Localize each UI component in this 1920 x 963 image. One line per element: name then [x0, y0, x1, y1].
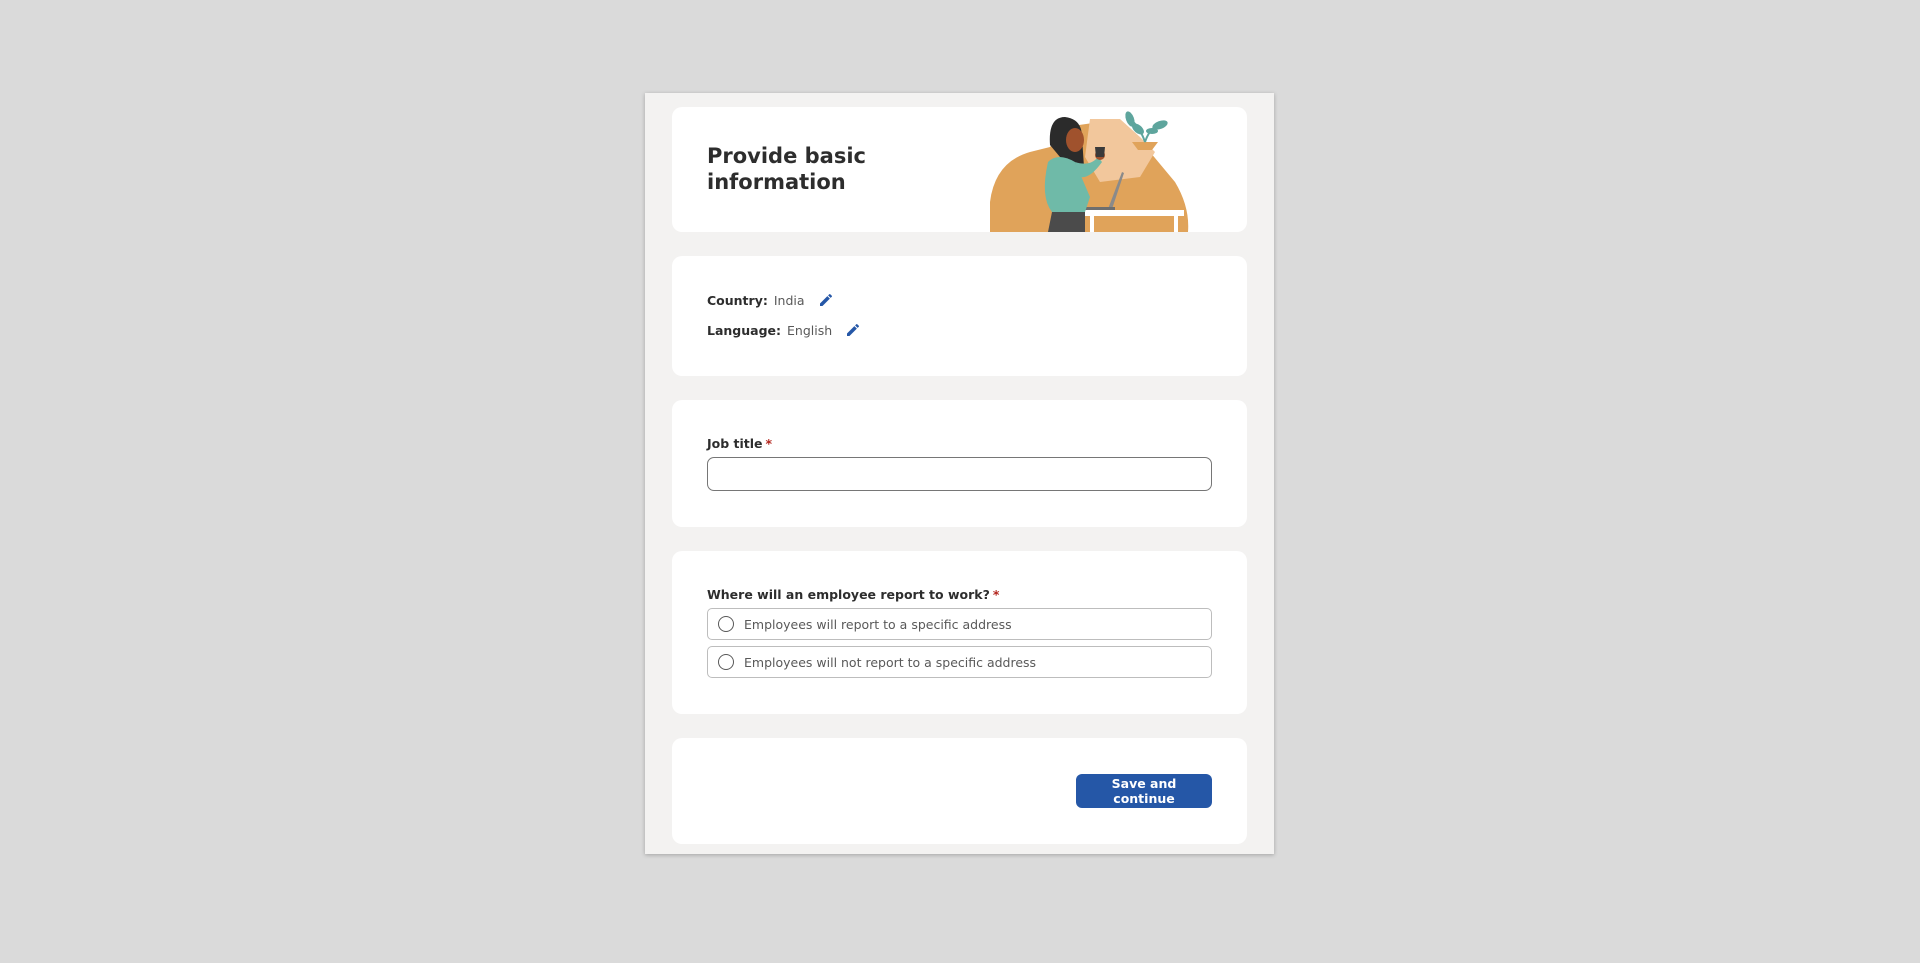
- country-row: Country: India: [707, 290, 835, 310]
- pencil-icon: [819, 293, 832, 306]
- job-title-input[interactable]: [707, 457, 1212, 491]
- required-marker: *: [765, 436, 773, 451]
- radio-button[interactable]: [718, 654, 734, 670]
- form-modal: Provide basic information Country: India…: [645, 93, 1274, 854]
- save-and-continue-button[interactable]: Save and continue: [1076, 774, 1212, 808]
- report-location-question-text: Where will an employee report to work?: [707, 587, 990, 602]
- report-location-card: Where will an employee report to work? * …: [672, 551, 1247, 714]
- radio-option-label: Employees will report to a specific addr…: [744, 616, 1012, 632]
- required-marker: *: [992, 587, 1000, 602]
- job-title-label-text: Job title: [707, 436, 763, 451]
- radio-option-label: Employees will not report to a specific …: [744, 654, 1037, 670]
- radio-option-no-specific-address[interactable]: Employees will not report to a specific …: [707, 646, 1212, 678]
- page-title: Provide basic information: [707, 144, 866, 194]
- pencil-icon: [847, 323, 860, 336]
- country-value: India: [773, 292, 805, 308]
- job-title-label: Job title *: [707, 436, 772, 451]
- edit-country-button[interactable]: [817, 291, 835, 309]
- job-title-card: Job title *: [672, 400, 1247, 527]
- language-label: Language:: [707, 322, 782, 338]
- locale-card: Country: India Language: English: [672, 256, 1247, 376]
- country-label: Country:: [707, 292, 768, 308]
- header-card: Provide basic information: [672, 107, 1247, 232]
- language-row: Language: English: [707, 320, 862, 340]
- radio-button[interactable]: [718, 616, 734, 632]
- edit-language-button[interactable]: [844, 321, 862, 339]
- language-value: English: [787, 322, 833, 338]
- report-location-question: Where will an employee report to work? *: [707, 587, 999, 602]
- woman-with-laptop-illustration: [990, 111, 1189, 232]
- radio-option-specific-address[interactable]: Employees will report to a specific addr…: [707, 608, 1212, 640]
- footer-card: Save and continue: [672, 738, 1247, 844]
